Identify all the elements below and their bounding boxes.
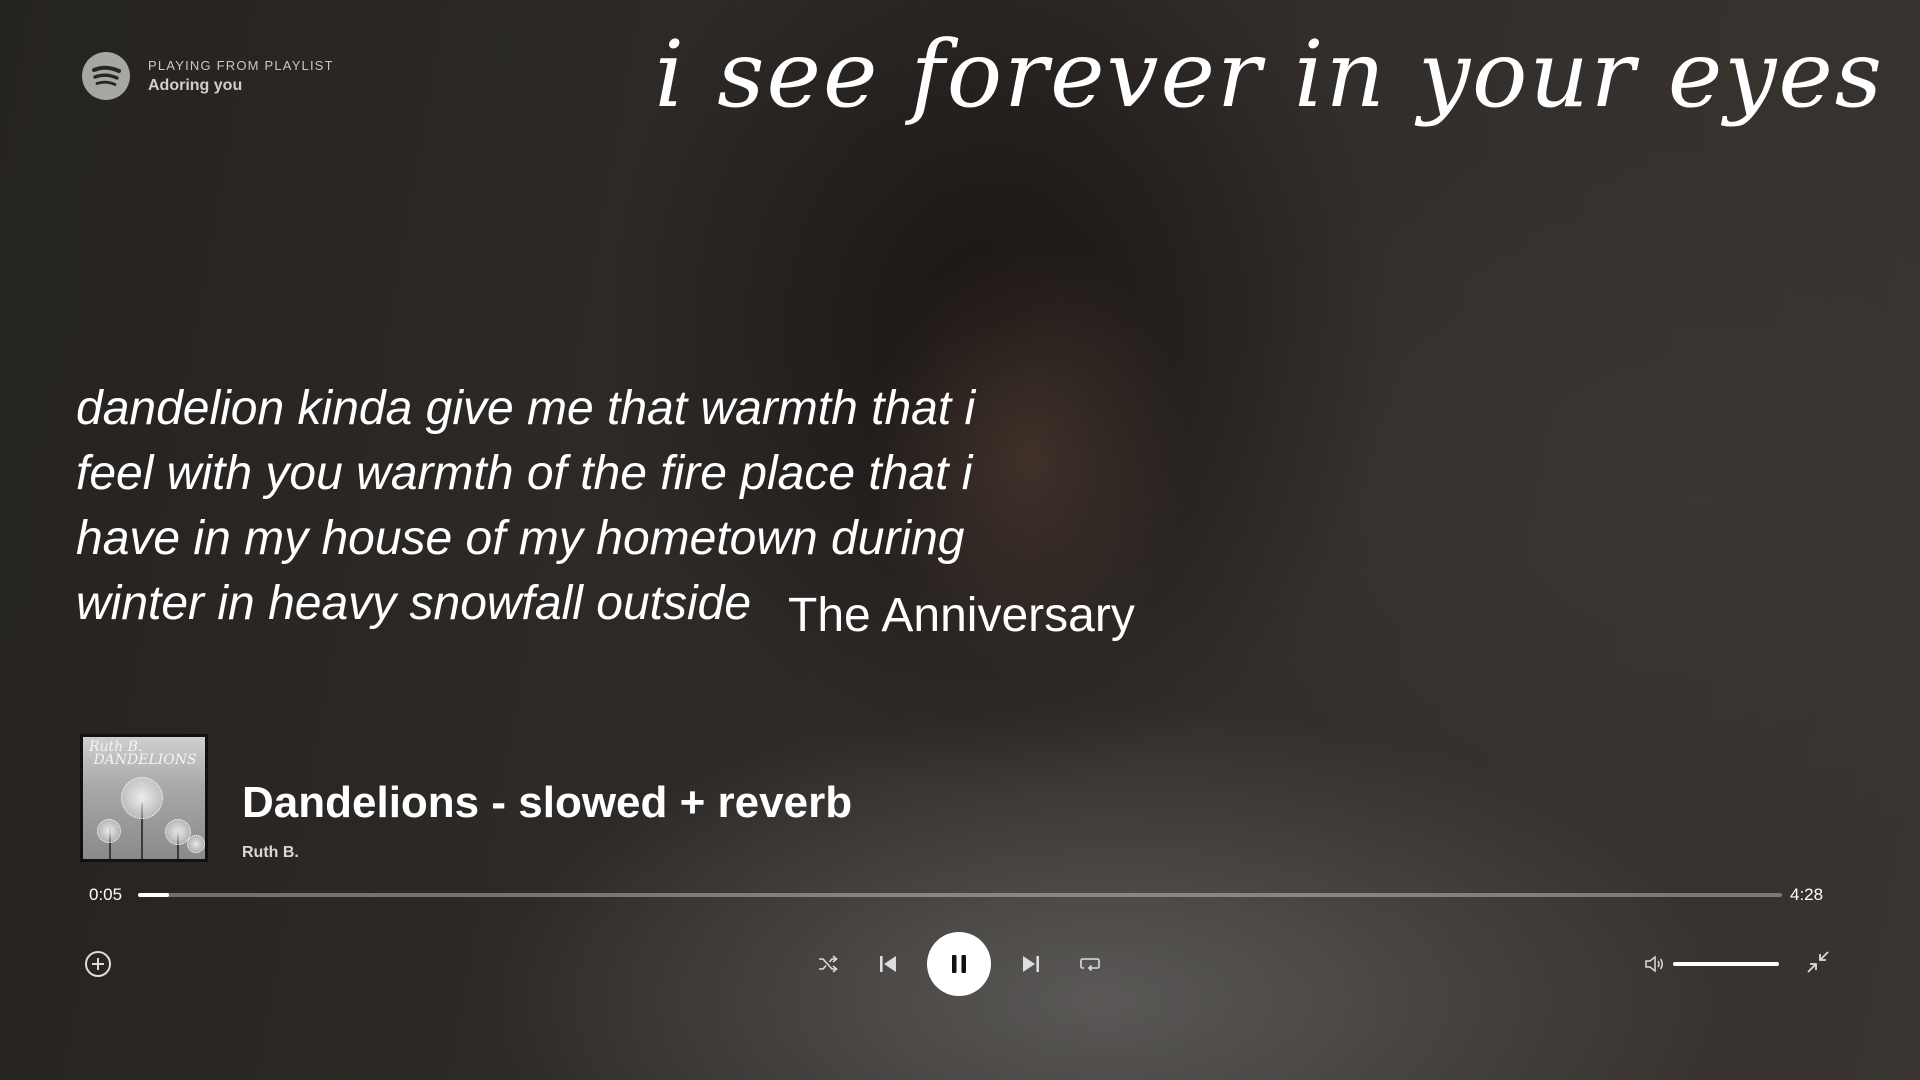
repeat-button[interactable] [1076, 950, 1104, 978]
progress-fill [138, 893, 170, 897]
lyric-line: feel with you warmth of the fire place t… [76, 447, 973, 500]
overlay-title: The Anniversary [788, 589, 1135, 642]
shuffle-button[interactable] [814, 950, 842, 978]
volume-slider[interactable] [1673, 962, 1779, 966]
album-art[interactable]: Ruth B. DANDELIONS [80, 734, 208, 862]
source-label: PLAYING FROM PLAYLIST [148, 57, 334, 73]
exit-fullscreen-icon [1807, 951, 1829, 973]
pause-icon [952, 955, 966, 973]
skip-previous-icon [880, 956, 896, 972]
skip-next-icon [1023, 956, 1039, 972]
repeat-icon [1080, 958, 1100, 972]
previous-button[interactable] [874, 950, 902, 978]
album-art-text: Ruth B. DANDELIONS [89, 739, 197, 768]
add-to-library-button[interactable] [82, 948, 114, 980]
exit-fullscreen-button[interactable] [1802, 946, 1834, 978]
pause-button[interactable] [927, 932, 991, 996]
next-button[interactable] [1017, 950, 1045, 978]
progress-bar[interactable] [138, 893, 1782, 897]
spotify-logo-icon [82, 52, 130, 100]
lyric-line: dandelion kinda give me that warmth that… [76, 382, 976, 435]
track-artist[interactable]: Ruth B. [242, 844, 299, 862]
playlist-source[interactable]: PLAYING FROM PLAYLIST Adoring you [82, 52, 334, 100]
add-circle-icon [85, 951, 111, 977]
volume-icon [1645, 955, 1663, 973]
player-controls [0, 930, 1920, 996]
elapsed-time: 0:05 [89, 885, 123, 904]
shuffle-icon [819, 955, 838, 973]
lyric-line: have in my house of my hometown during [76, 512, 965, 565]
volume-button[interactable] [1640, 950, 1668, 978]
playlist-name[interactable]: Adoring you [148, 77, 334, 95]
track-title[interactable]: Dandelions - slowed + reverb [242, 778, 852, 828]
volume-fill [1673, 962, 1779, 966]
tagline-text: i see forever in your eyes [654, 21, 1884, 128]
total-time: 4:28 [1790, 885, 1824, 904]
